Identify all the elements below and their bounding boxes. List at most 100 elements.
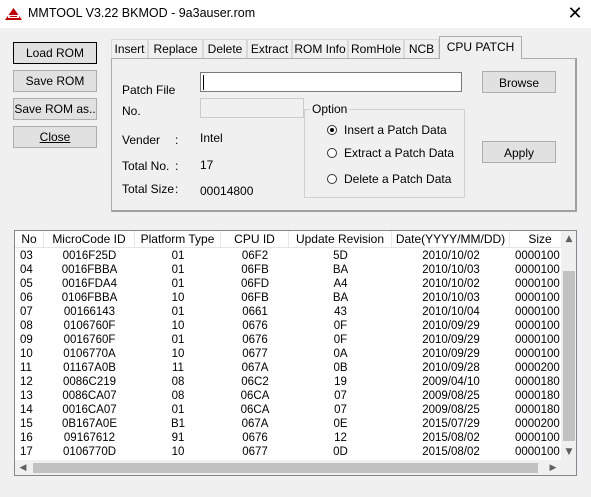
load-rom-button[interactable]: Load ROM <box>13 42 97 64</box>
cell-no: 05 <box>20 278 33 290</box>
cell-microcode-id: 0016F25D <box>62 250 117 262</box>
cell-cpu-id: 0677 <box>242 348 268 360</box>
tab-ncb[interactable]: NCB <box>404 39 439 58</box>
table-row[interactable]: 03 0016F25D 01 06F2 5D 2010/10/02 0000100 <box>15 249 561 263</box>
column-header-cpu-id[interactable]: CPU ID <box>221 231 289 248</box>
cell-update-revision: 19 <box>334 376 347 388</box>
cell-date: 2010/10/02 <box>422 250 480 262</box>
cell-size: 0000100 <box>515 446 560 458</box>
cell-no: 03 <box>20 250 33 262</box>
scroll-right-arrow-icon[interactable]: ▶ <box>545 460 561 475</box>
column-header-no[interactable]: No <box>15 231 44 248</box>
cell-cpu-id: 0661 <box>242 306 268 318</box>
tab-rom-info[interactable]: ROM Info <box>292 39 348 58</box>
cell-no: 14 <box>20 404 33 416</box>
total-size-label: Total Size <box>122 182 175 196</box>
scroll-down-arrow-icon[interactable]: ▼ <box>561 444 576 460</box>
tab-extract[interactable]: Extract <box>247 39 292 58</box>
cell-cpu-id: 067A <box>241 362 269 374</box>
close-window-icon[interactable]: ✕ <box>560 2 590 26</box>
total-no-value: 17 <box>200 158 214 172</box>
tab-cpu-patch[interactable]: CPU PATCH <box>439 36 522 59</box>
cell-cpu-id: 06FD <box>240 278 270 290</box>
save-rom-button[interactable]: Save ROM <box>13 70 97 92</box>
scrollbar-corner <box>561 460 576 475</box>
no-label: No. <box>122 104 141 118</box>
column-header-date[interactable]: Date(YYYY/MM/DD) <box>392 231 510 248</box>
tab-delete[interactable]: Delete <box>203 39 247 58</box>
cell-size: 0000180 <box>515 404 560 416</box>
radio-delete-patch[interactable]: Delete a Patch Data <box>327 172 457 188</box>
apply-button[interactable]: Apply <box>482 141 556 163</box>
scroll-up-arrow-icon[interactable]: ▲ <box>561 231 576 247</box>
tab-replace[interactable]: Replace <box>148 39 203 58</box>
cell-date: 2010/10/04 <box>422 306 480 318</box>
table-row[interactable]: 07 00166143 01 0661 43 2010/10/04 0000100 <box>15 305 561 319</box>
cell-cpu-id: 067A <box>241 418 269 430</box>
table-row[interactable]: 11 01167A0B 11 067A 0B 2010/09/28 0000200 <box>15 361 561 375</box>
radio-delete-label: Delete a Patch Data <box>344 172 452 186</box>
total-no-colon: : <box>175 159 179 173</box>
tab-insert[interactable]: Insert <box>111 39 148 58</box>
cell-no: 08 <box>20 320 33 332</box>
radio-selected-icon <box>327 125 337 135</box>
radio-extract-patch[interactable]: Extract a Patch Data <box>327 146 457 162</box>
cell-date: 2010/10/03 <box>422 264 480 276</box>
table-row[interactable]: 15 0B167A0E B1 067A 0E 2015/07/29 0000200 <box>15 417 561 431</box>
cell-no: 04 <box>20 264 33 276</box>
table-row[interactable]: 04 0016FBBA 01 06FB BA 2010/10/03 0000100 <box>15 263 561 277</box>
cell-platform-type: 01 <box>171 264 185 276</box>
cell-platform-type: 08 <box>171 376 185 388</box>
patch-file-input[interactable] <box>200 72 462 92</box>
cell-microcode-id: 0086C219 <box>62 376 117 388</box>
table-row[interactable]: 12 0086C219 08 06C2 19 2009/04/10 0000180 <box>15 375 561 389</box>
cell-platform-type: 01 <box>171 334 185 346</box>
table-row[interactable]: 10 0106770A 10 0677 0A 2010/09/29 0000100 <box>15 347 561 361</box>
radio-unselected-icon <box>327 148 337 158</box>
cell-date: 2015/08/02 <box>422 432 480 444</box>
column-header-microcode-id[interactable]: MicroCode ID <box>44 231 135 248</box>
cell-cpu-id: 06FB <box>241 264 269 276</box>
cell-platform-type: 10 <box>171 446 185 458</box>
horizontal-scrollbar[interactable]: ◀ ▶ <box>15 460 561 475</box>
column-header-update-revision[interactable]: Update Revision <box>289 231 392 248</box>
close-button[interactable]: Close <box>13 126 97 148</box>
microcode-table[interactable]: No MicroCode ID Platform Type CPU ID Upd… <box>14 230 577 476</box>
table-row[interactable]: 17 0106770D 10 0677 0D 2015/08/02 0000100 <box>15 445 561 459</box>
browse-button[interactable]: Browse <box>482 71 556 93</box>
column-header-platform-type[interactable]: Platform Type <box>135 231 221 248</box>
table-row[interactable]: 13 0086CA07 08 06CA 07 2009/08/25 0000180 <box>15 389 561 403</box>
horizontal-scroll-thumb[interactable] <box>33 463 538 473</box>
save-rom-as-button[interactable]: Save ROM as.. <box>13 98 97 120</box>
cell-size: 0000100 <box>515 278 560 290</box>
cell-no: 06 <box>20 292 33 304</box>
cell-microcode-id: 0106770A <box>63 348 116 360</box>
cell-platform-type: 11 <box>172 362 184 374</box>
vertical-scroll-thumb[interactable] <box>563 271 575 441</box>
tab-romhole[interactable]: RomHole <box>348 39 404 58</box>
table-row[interactable]: 09 0016760F 01 0676 0F 2010/09/29 0000100 <box>15 333 561 347</box>
cell-microcode-id: 0106FBBA <box>61 292 118 304</box>
table-row[interactable]: 06 0106FBBA 10 06FB BA 2010/10/03 0000100 <box>15 291 561 305</box>
cell-date: 2010/10/02 <box>422 278 480 290</box>
cell-size: 0000180 <box>515 390 560 402</box>
cell-update-revision: 0D <box>333 446 348 458</box>
scroll-left-arrow-icon[interactable]: ◀ <box>15 460 31 475</box>
table-row[interactable]: 14 0016CA07 01 06CA 07 2009/08/25 0000180 <box>15 403 561 417</box>
cell-size: 0000180 <box>515 376 560 388</box>
cell-update-revision: 07 <box>334 390 347 402</box>
cell-date: 2009/08/25 <box>422 404 480 416</box>
title-bar[interactable]: MMTOOL V3.22 BKMOD - 9a3auser.rom ✕ <box>0 0 591 28</box>
table-row[interactable]: 05 0016FDA4 01 06FD A4 2010/10/02 0000100 <box>15 277 561 291</box>
cell-date: 2010/09/29 <box>422 348 480 360</box>
radio-extract-label: Extract a Patch Data <box>344 146 455 160</box>
vertical-scrollbar[interactable]: ▲ ▼ <box>561 231 576 460</box>
cell-microcode-id: 0B167A0E <box>62 418 117 430</box>
cell-cpu-id: 06F2 <box>241 250 269 262</box>
cell-update-revision: 0F <box>333 334 348 346</box>
table-row[interactable]: 08 0106760F 10 0676 0F 2010/09/29 0000100 <box>15 319 561 333</box>
cell-date: 2010/09/29 <box>422 320 480 332</box>
radio-insert-patch[interactable]: Insert a Patch Data <box>327 123 457 139</box>
cell-platform-type: 10 <box>171 292 185 304</box>
table-row[interactable]: 16 09167612 91 0676 12 2015/08/02 0000100 <box>15 431 561 445</box>
